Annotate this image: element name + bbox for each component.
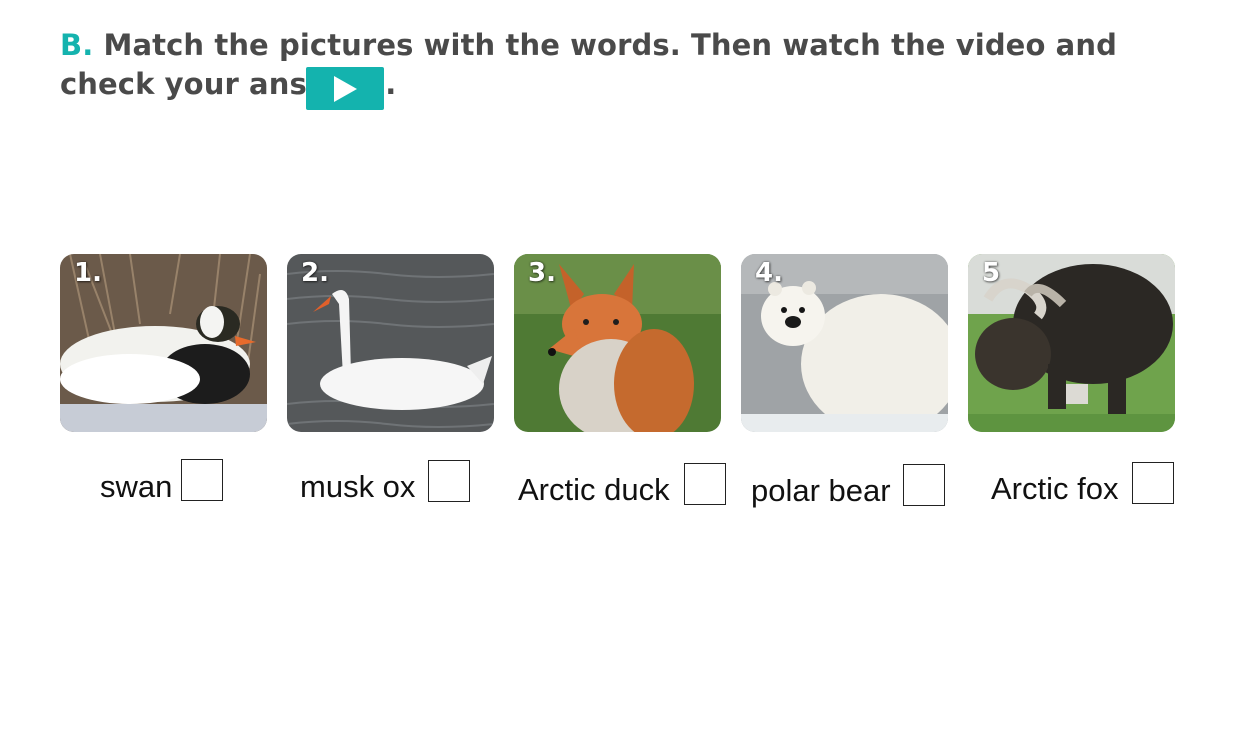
picture-card-3: 3. — [514, 254, 721, 432]
picture-number: 3. — [528, 258, 556, 288]
picture-card-5: 5 — [968, 254, 1175, 432]
word-label-musk-ox: musk ox — [300, 469, 416, 504]
exercise-letter: B. — [60, 28, 94, 62]
picture-number: 1. — [74, 258, 102, 288]
answer-box-swan[interactable] — [181, 459, 223, 501]
answer-box-arctic-fox[interactable] — [1132, 462, 1174, 504]
picture-number: 2. — [301, 258, 329, 288]
word-label-swan: swan — [100, 469, 173, 504]
instruction-text: Match the pictures with the words. Then … — [60, 28, 1117, 101]
picture-card-4: 4. — [741, 254, 948, 432]
answer-box-arctic-duck[interactable] — [684, 463, 726, 505]
exercise-instruction: B. Match the pictures with the words. Th… — [60, 26, 1180, 104]
picture-card-1: 1. — [60, 254, 267, 432]
play-video-button[interactable] — [306, 67, 384, 110]
word-label-arctic-duck: Arctic duck — [518, 472, 670, 507]
answer-box-musk-ox[interactable] — [428, 460, 470, 502]
word-label-polar-bear: polar bear — [751, 473, 891, 508]
word-label-arctic-fox: Arctic fox — [991, 471, 1119, 506]
picture-number: 4. — [755, 258, 783, 288]
picture-card-2: 2. — [287, 254, 494, 432]
picture-number: 5 — [982, 258, 1001, 288]
play-icon — [334, 75, 357, 102]
answer-box-polar-bear[interactable] — [903, 464, 945, 506]
